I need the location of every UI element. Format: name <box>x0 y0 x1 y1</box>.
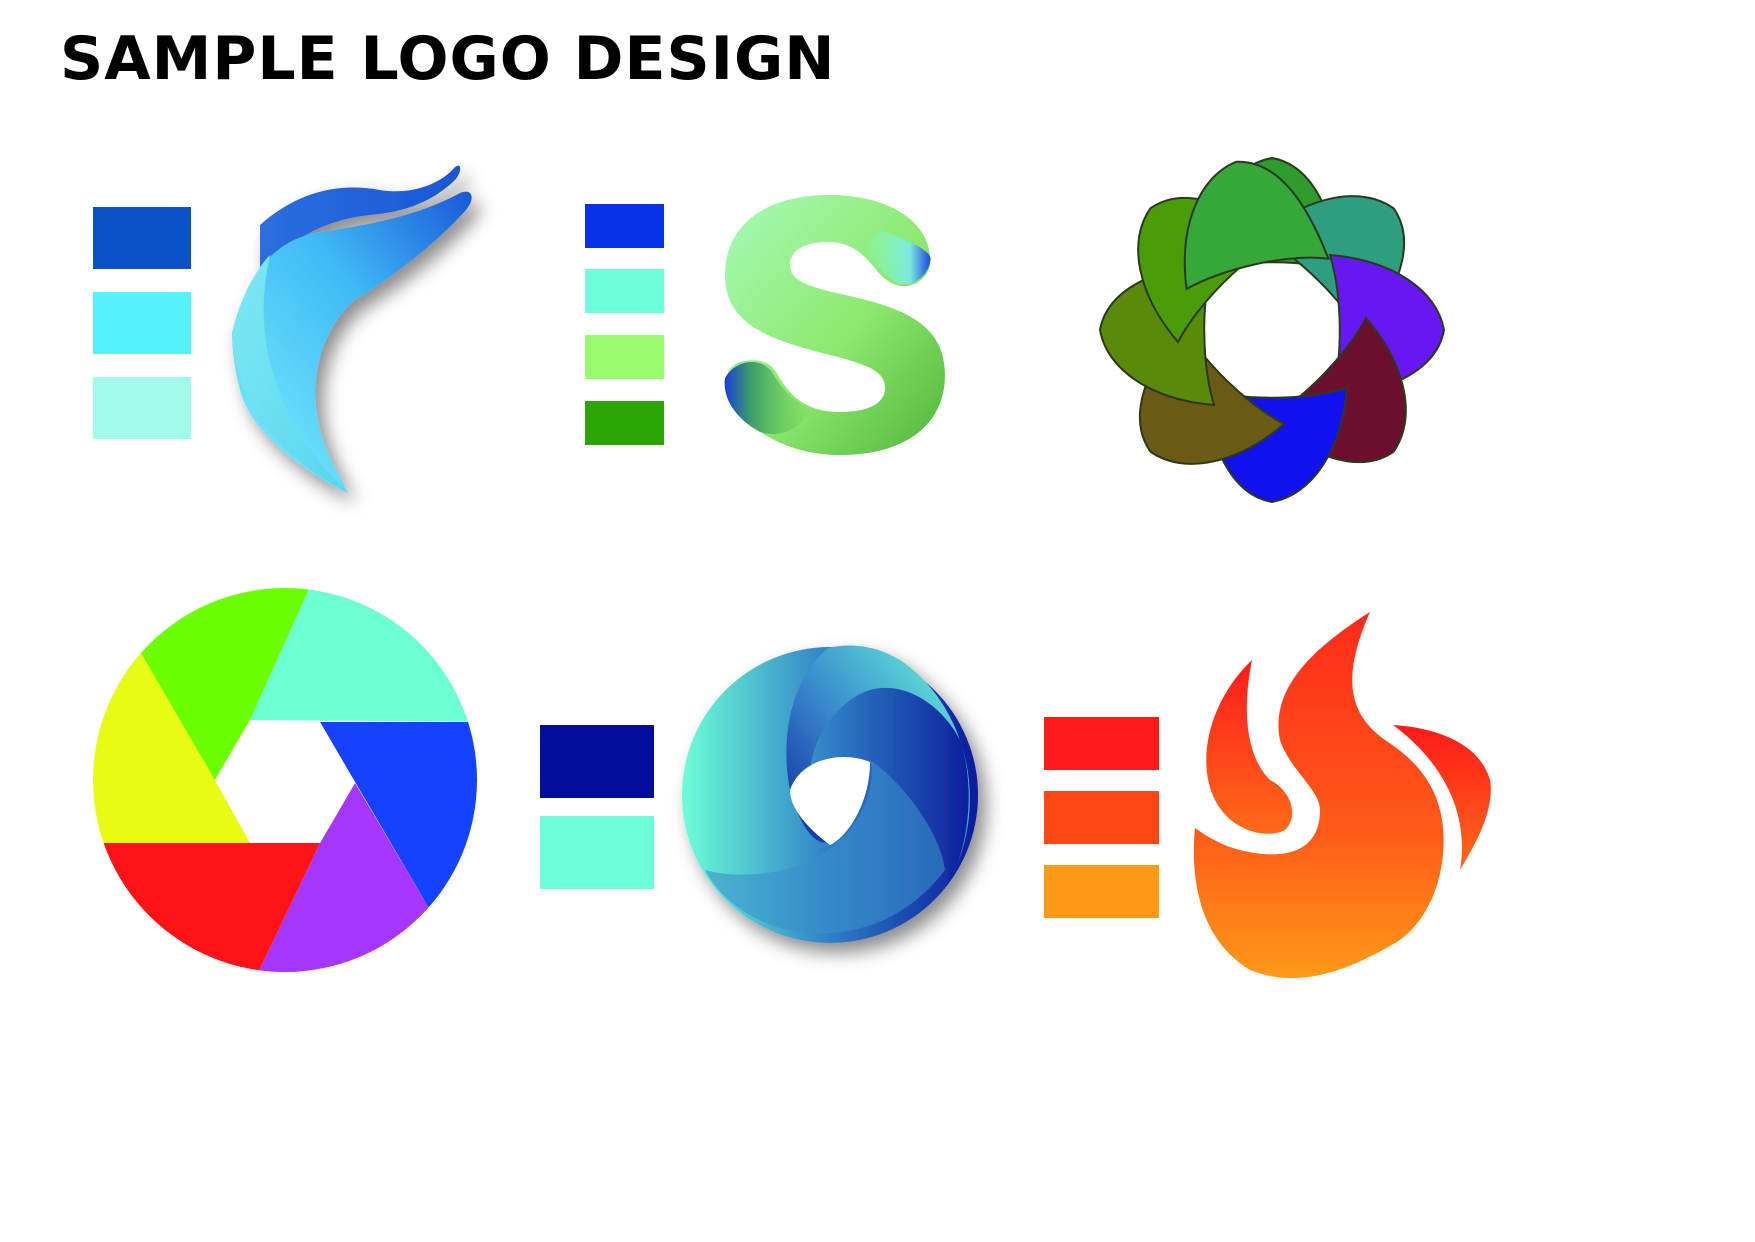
ring-center <box>1210 268 1334 392</box>
swatch <box>93 292 191 354</box>
swatch <box>585 401 664 445</box>
wing-f-logo <box>93 165 472 493</box>
swatch <box>1044 865 1159 918</box>
wing-palette <box>93 207 191 439</box>
orb-palette <box>540 725 654 889</box>
swatch <box>540 816 654 889</box>
flame-mark <box>1193 612 1491 979</box>
flame-palette <box>1044 717 1159 918</box>
swatch <box>1044 717 1159 770</box>
swatch <box>585 335 664 379</box>
orb-mark <box>682 645 978 943</box>
flame-logo <box>1044 612 1491 979</box>
swatch <box>93 207 191 269</box>
swatch <box>585 269 664 313</box>
swirl-orb-logo <box>540 645 978 943</box>
aperture-blade <box>250 588 477 722</box>
s-palette <box>585 204 664 445</box>
s-letter-logo <box>585 195 945 455</box>
swatch <box>585 204 664 248</box>
swatch <box>1044 791 1159 844</box>
aperture-logo <box>93 588 477 972</box>
logo-sheet <box>93 156 1491 979</box>
swatch <box>93 377 191 439</box>
s-bottom-tip <box>724 361 810 434</box>
flame-left-tongue <box>1206 660 1293 834</box>
swatch <box>540 725 654 798</box>
petal-ring-logo <box>1098 156 1446 504</box>
wing-mark <box>232 165 472 493</box>
